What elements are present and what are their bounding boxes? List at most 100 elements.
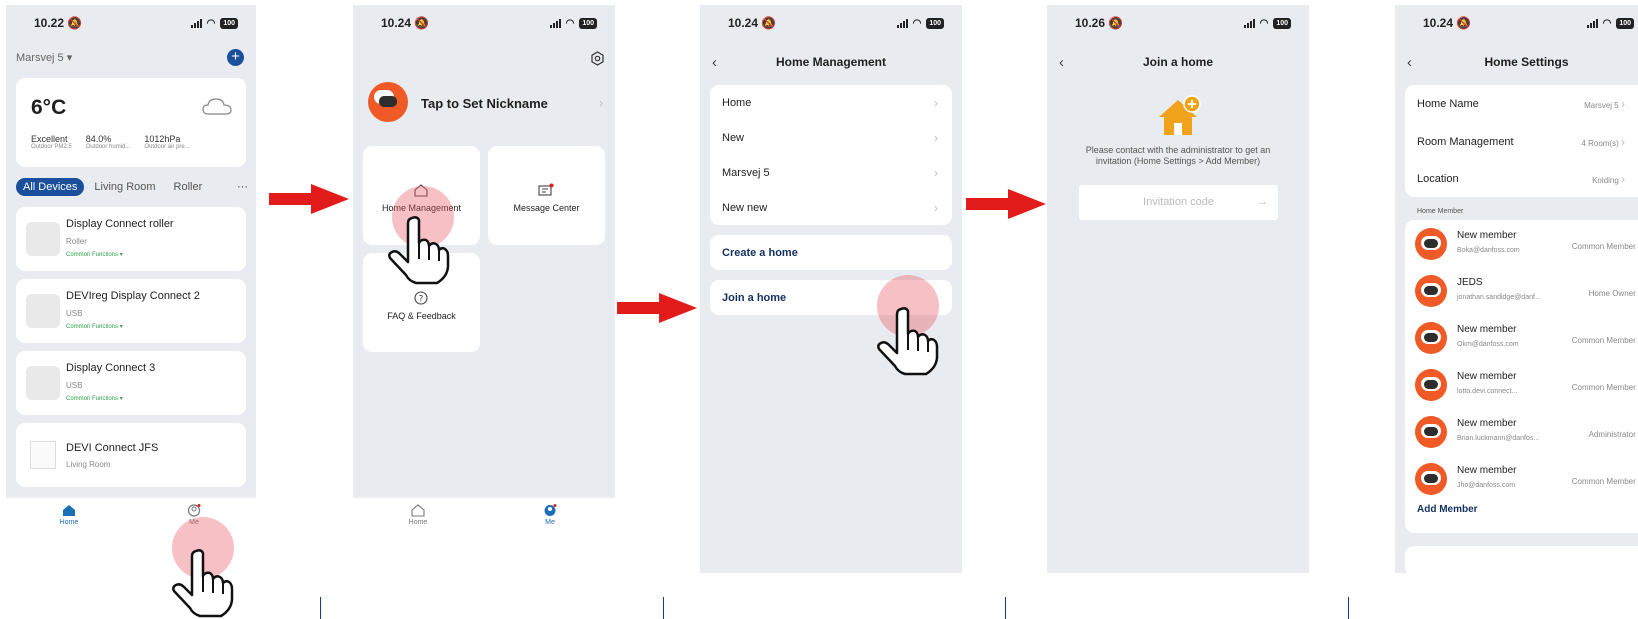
member-email: Jho@danfoss.com [1457, 482, 1516, 489]
more-icon[interactable]: ··· [237, 181, 248, 193]
nav-bar: ‹ Home Management [700, 45, 962, 79]
member-row[interactable]: New member lotto.devi.connect... Common Me… [1405, 361, 1638, 408]
filter-living-room[interactable]: Living Room [94, 181, 155, 193]
arrow-right-icon [966, 189, 1046, 219]
user-icon [187, 504, 201, 517]
weather-stat: Excellent Outdoor PM2.5 [31, 134, 72, 150]
instruction-text: Please contact with the administrator to… [1085, 145, 1271, 166]
device-card[interactable]: Display Connect roller Roller Common Fun… [16, 207, 246, 271]
home-list-item[interactable]: Home › [710, 85, 952, 120]
status-bar: 10.24 🔕 ◠ 100 [353, 5, 615, 41]
nickname-label[interactable]: Tap to Set Nickname [421, 96, 548, 111]
message-icon [538, 183, 554, 196]
pointer-hand-icon [877, 307, 939, 376]
filter-roller[interactable]: Roller [174, 181, 203, 193]
member-row[interactable]: JEDS jonathan.sandidge@danf... Home Owner … [1405, 267, 1638, 314]
device-card[interactable]: Display Connect 3 USB Common Functions ▾ [16, 351, 246, 415]
common-functions-link[interactable]: Common Functions ▾ [66, 323, 123, 330]
member-email: Brian.luckmann@danfos... [1457, 435, 1540, 442]
home-list: Home › New › Marsvej 5 › New new › [710, 85, 952, 225]
section-header: Home Member [1417, 208, 1464, 215]
device-card[interactable]: DEVI Connect JFS Living Room [16, 423, 246, 487]
screen-join-home: 10.26 🔕 ◠ 100 ‹ Join a home Please contac… [1047, 5, 1309, 573]
home-list-item[interactable]: Marsvej 5 › [710, 155, 952, 190]
setting-location[interactable]: Location Kolding › [1405, 160, 1638, 197]
member-avatar [1415, 322, 1447, 354]
member-name: New member [1457, 324, 1517, 335]
home-list-item[interactable]: New › [710, 120, 952, 155]
create-home-button[interactable]: Create a home [710, 235, 952, 270]
invitation-code-input[interactable]: Invitation code → [1079, 185, 1278, 220]
weather-stats: Excellent Outdoor PM2.5 84.0% Outdoor humi… [31, 134, 190, 150]
member-email: jonathan.sandidge@danf... [1457, 294, 1541, 301]
device-name: Display Connect roller [66, 218, 174, 230]
add-device-button[interactable]: + [227, 49, 244, 66]
member-email: Okm@danfoss.com [1457, 341, 1519, 348]
setting-room-management[interactable]: Room Management 4 Room(s) › [1405, 123, 1638, 160]
arrow-right-icon[interactable]: → [1256, 194, 1268, 208]
member-name: New member [1457, 230, 1517, 241]
member-role: Administrator [1588, 430, 1636, 439]
device-name: DEVI Connect JFS [66, 442, 159, 454]
member-role: Common Member [1571, 477, 1636, 486]
chevron-right-icon: › [934, 165, 938, 180]
tab-label: Home [59, 519, 79, 526]
settings-icon[interactable] [590, 51, 605, 66]
add-home-icon [1159, 95, 1201, 135]
home-icon [63, 505, 75, 516]
button-label: Create a home [722, 246, 798, 259]
step-divider [320, 597, 321, 619]
step-divider [1348, 597, 1349, 619]
tab-me[interactable]: Me [525, 504, 575, 526]
setting-home-name[interactable]: Home Name Marsvej 5 › [1405, 85, 1638, 123]
next-card [1405, 546, 1638, 573]
status-bar: 10.22 🔕 ◠ 100 [6, 5, 256, 41]
member-avatar [1415, 275, 1447, 307]
filter-all-devices[interactable]: All Devices [16, 178, 85, 196]
status-bar: 10.24 🔕 ◠ 100 [1395, 5, 1638, 41]
back-icon[interactable]: ‹ [1059, 54, 1064, 71]
arrow-right-icon [269, 184, 349, 214]
battery-icon: 100 [220, 17, 238, 29]
device-room: USB [66, 381, 83, 390]
member-row[interactable]: New member Boka@danfoss.com Common Member … [1405, 220, 1638, 267]
chevron-right-icon: › [599, 96, 603, 110]
member-email: lotto.devi.connect... [1457, 388, 1518, 395]
back-icon[interactable]: ‹ [1407, 54, 1412, 71]
chevron-right-icon: › [934, 130, 938, 145]
back-icon[interactable]: ‹ [712, 54, 717, 71]
member-name: New member [1457, 465, 1517, 476]
page-title: Home Settings [1484, 55, 1569, 69]
nav-bar: ‹ Home Settings [1395, 45, 1638, 79]
member-name: New member [1457, 371, 1517, 382]
tab-label: Home [408, 519, 428, 526]
tile-message-center[interactable]: Message Center [488, 146, 605, 245]
question-icon: ? [414, 291, 428, 305]
common-functions-link[interactable]: Common Functions ▾ [66, 395, 123, 402]
thermostat-icon [26, 366, 60, 400]
member-row[interactable]: New member Brian.luckmann@danfos... Admini… [1405, 408, 1638, 455]
add-member-button[interactable]: Add Member [1417, 504, 1478, 515]
pointer-hand-icon [388, 216, 450, 285]
member-row[interactable]: New memberOkm@danfoss.comCommon Member › [1405, 314, 1638, 361]
room-filter-bar: All Devices Living Room Roller ··· [16, 178, 248, 196]
home-selector[interactable]: Marsvej 5 ▾ [16, 51, 72, 64]
tile-label: FAQ & Feedback [387, 311, 456, 321]
weather-stat: 84.0% Outdoor humid... [85, 134, 131, 150]
nav-bar: ‹ Join a home [1047, 45, 1309, 79]
user-icon [544, 504, 557, 516]
tab-home[interactable]: Home [393, 504, 443, 526]
member-row[interactable]: New memberJho@danfoss.comCommon Member › [1405, 455, 1638, 502]
member-role: Common Member [1571, 242, 1636, 251]
status-time: 10.24 [1423, 16, 1454, 30]
profile-avatar[interactable] [368, 82, 408, 122]
device-card[interactable]: DEVIreg Display Connect 2 USB Common Fun… [16, 279, 246, 343]
chevron-right-icon: › [934, 200, 938, 215]
step-divider [1005, 597, 1006, 619]
common-functions-link[interactable]: Common Functions ▾ [66, 251, 123, 258]
member-role: Home Owner [1588, 289, 1636, 298]
tab-home[interactable]: Home [44, 504, 94, 526]
battery-icon: 100 [1273, 17, 1291, 29]
input-placeholder: Invitation code [1143, 196, 1214, 208]
home-list-item[interactable]: New new › [710, 190, 952, 225]
